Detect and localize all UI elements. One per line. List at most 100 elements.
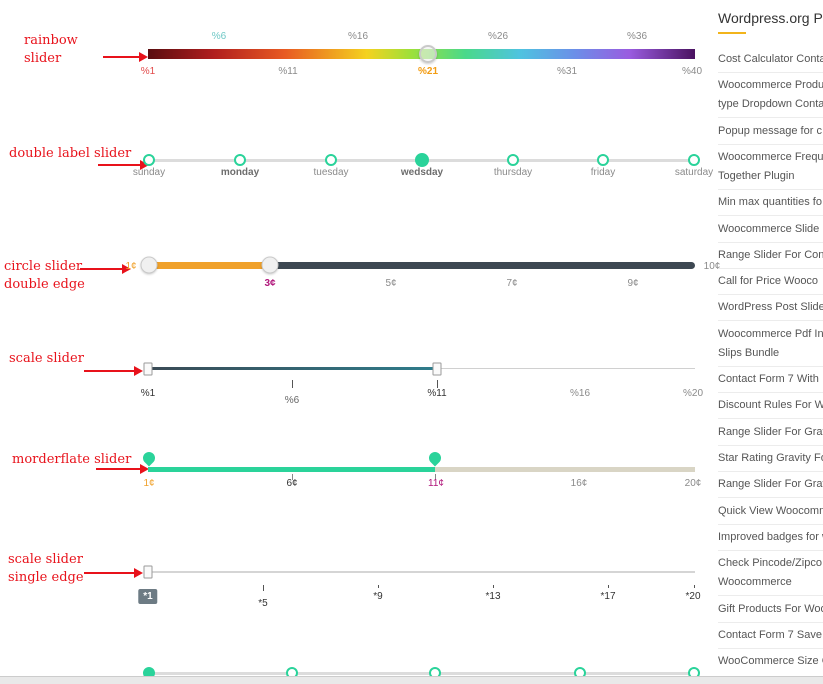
scale-single-label: *17	[600, 591, 616, 602]
annotation-morderflate: morderflate slider	[12, 452, 132, 467]
scale-single-tick	[263, 585, 264, 591]
scale-handle-to[interactable]	[432, 362, 442, 376]
rainbow-top-label: %16	[347, 31, 369, 42]
divider	[718, 471, 823, 472]
sidebar-link[interactable]: Range Slider For Con	[718, 246, 823, 264]
day-label-friday: friday	[590, 167, 616, 178]
divider	[718, 144, 823, 145]
scale-single-tick	[608, 585, 609, 588]
sidebar-link[interactable]: type Dropdown Contact	[718, 95, 823, 113]
circle-handle-from[interactable]	[140, 256, 158, 274]
sidebar-link[interactable]: Range Slider For Grav	[718, 475, 823, 493]
sidebar-link[interactable]: Check Pincode/Zipco	[718, 554, 823, 572]
sidebar-link[interactable]: Popup message for c	[718, 122, 823, 140]
annotation-scale-single: scale slider single edge	[8, 551, 84, 587]
annotation-arrow	[96, 464, 149, 474]
sidebar-link[interactable]: WooCommerce Size C	[718, 652, 823, 670]
annotation-double-label: double label slider	[9, 146, 132, 161]
divider	[718, 550, 823, 551]
scale-handle-from[interactable]	[143, 362, 153, 376]
sidebar-link[interactable]: Quick View Woocomm	[718, 502, 823, 520]
double-label-point[interactable]	[597, 154, 609, 166]
divider	[718, 268, 823, 269]
morderflate-label: 20¢	[684, 478, 702, 489]
sidebar-link[interactable]: Together Plugin	[718, 167, 823, 185]
sidebar-link[interactable]: Star Rating Gravity Fo	[718, 449, 823, 467]
rainbow-top-label: %6	[211, 31, 227, 42]
annotation-circle-line2: double edge	[4, 277, 85, 292]
divider	[718, 497, 823, 498]
sidebar-link[interactable]: Woocommerce Frequ	[718, 148, 823, 166]
scale-label: %20	[682, 388, 704, 399]
partial-track[interactable]	[148, 672, 695, 675]
annotation-scale: scale slider	[9, 351, 84, 366]
rainbow-top-label: %26	[487, 31, 509, 42]
annotation-rainbow: rainbow slider	[24, 32, 78, 68]
divider	[718, 189, 823, 190]
rainbow-top-label: %36	[626, 31, 648, 42]
sidebar-link[interactable]: Cost Calculator Contact	[718, 50, 823, 68]
double-label-handle[interactable]	[415, 153, 429, 167]
annotation-arrow	[84, 568, 143, 578]
morderflate-label: 16¢	[570, 478, 588, 489]
divider	[718, 595, 823, 596]
sidebar-link[interactable]: Gift Products For Woo	[718, 600, 823, 618]
scale-label: %16	[569, 388, 591, 399]
day-label-monday: monday	[220, 167, 260, 178]
double-label-point[interactable]	[143, 154, 155, 166]
circle-handle-to[interactable]	[261, 256, 279, 274]
morderflate-to-label: 11¢	[428, 478, 444, 489]
sidebar-link[interactable]: Woocommerce	[718, 573, 823, 591]
morderflate-handle-to[interactable]	[426, 449, 444, 467]
double-label-point[interactable]	[234, 154, 246, 166]
circle-from-label: 1¢	[125, 261, 137, 272]
scale-label: %6	[284, 395, 300, 406]
scale-single-tick	[493, 585, 494, 588]
annotation-arrow	[98, 160, 149, 170]
day-label-sunday: sunday	[132, 167, 166, 178]
annotation-scale-single-line2: single edge	[8, 570, 84, 585]
annotation-scale-single-line1: scale slider	[8, 552, 83, 567]
sidebar-link[interactable]: Range Slider For Grav	[718, 423, 823, 441]
sidebar-link[interactable]: Improved badges for w	[718, 528, 823, 546]
divider	[718, 294, 823, 295]
annotation-circle-line1: circle slider	[4, 259, 83, 274]
annotation-rainbow-line2: slider	[24, 51, 62, 66]
sidebar-link[interactable]: Call for Price Wooco	[718, 272, 823, 290]
scale-single-tick	[378, 585, 379, 588]
double-label-point[interactable]	[325, 154, 337, 166]
sidebar-link[interactable]: Contact Form 7 Save	[718, 626, 823, 644]
divider	[718, 215, 823, 216]
scale-single-track[interactable]	[148, 571, 695, 573]
day-label-saturday: saturday	[674, 167, 714, 178]
scale-label: %1	[140, 388, 156, 399]
divider	[718, 72, 823, 73]
divider	[718, 242, 823, 243]
scale-single-handle[interactable]	[143, 565, 153, 579]
scale-single-label: *20	[685, 591, 701, 602]
divider	[718, 320, 823, 321]
divider	[718, 445, 823, 446]
sidebar-link[interactable]: Slips Bundle	[718, 344, 823, 362]
divider	[718, 366, 823, 367]
sidebar-link[interactable]: Woocommerce Pdf In	[718, 325, 823, 343]
sidebar-link[interactable]: Discount Rules For W	[718, 396, 823, 414]
rainbow-handle[interactable]	[419, 45, 437, 63]
sidebar-link[interactable]: Min max quantities fo	[718, 193, 823, 211]
day-label-wedsday: wedsday	[400, 167, 444, 178]
sidebar: Wordpress.org Plugins Cost Calculator Co…	[711, 0, 823, 683]
circle-scale-label: 9¢	[627, 278, 639, 289]
sidebar-link[interactable]: Contact Form 7 With	[718, 370, 823, 388]
double-label-point[interactable]	[507, 154, 519, 166]
scale-range-fill	[148, 367, 437, 370]
scale-single-tick	[694, 585, 695, 588]
sidebar-link[interactable]: Woocommerce Product	[718, 76, 823, 94]
rainbow-value-label: %21	[417, 66, 439, 77]
morderflate-range-fill	[148, 467, 435, 472]
sidebar-title-underline	[718, 32, 746, 34]
double-label-point[interactable]	[688, 154, 700, 166]
sidebar-link[interactable]: Woocommerce Slide	[718, 220, 823, 238]
divider	[718, 117, 823, 118]
sidebar-link[interactable]: WordPress Post Slide	[718, 298, 823, 316]
annotation-arrow	[103, 52, 148, 62]
